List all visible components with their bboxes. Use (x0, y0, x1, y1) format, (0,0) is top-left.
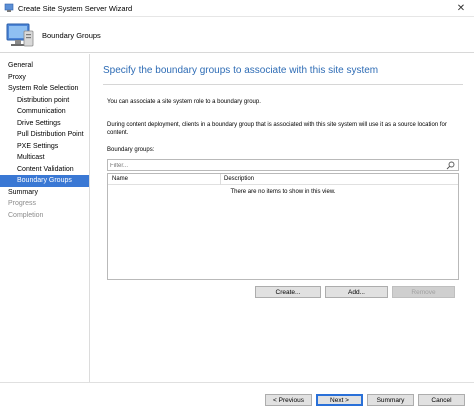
sidebar-item-summary[interactable]: Summary (0, 187, 89, 199)
main-title: Specify the boundary groups to associate… (103, 65, 379, 76)
wizard-app-icon (4, 3, 14, 12)
cancel-button[interactable]: Cancel (418, 394, 465, 406)
boundary-groups-list[interactable]: Name Description There are no items to s… (107, 173, 459, 280)
summary-button[interactable]: Summary (367, 394, 414, 406)
wizard-header: Boundary Groups (0, 17, 474, 53)
previous-button[interactable]: < Previous (265, 394, 312, 406)
title-bar: Create Site System Server Wizard ✕ (0, 0, 474, 17)
computer-icon (6, 23, 34, 47)
wizard-steps-sidebar: General Proxy System Role Selection Dist… (0, 54, 90, 382)
sidebar-item-system-role-selection[interactable]: System Role Selection (0, 83, 89, 95)
page-heading: Boundary Groups (42, 31, 101, 40)
create-button[interactable]: Create... (255, 286, 321, 298)
sidebar-item-general[interactable]: General (0, 60, 89, 72)
column-header-description[interactable]: Description (224, 176, 254, 182)
filter-input[interactable] (110, 161, 440, 170)
sidebar-item-pxe-settings[interactable]: PXE Settings (0, 141, 89, 153)
close-button[interactable]: ✕ (448, 0, 474, 16)
sidebar-item-boundary-groups[interactable]: Boundary Groups (0, 175, 89, 187)
main-content: Specify the boundary groups to associate… (91, 54, 474, 382)
remove-button: Remove (392, 286, 455, 298)
column-separator[interactable] (220, 174, 221, 185)
sidebar-item-proxy[interactable]: Proxy (0, 72, 89, 84)
content-deployment-text: During content deployment, clients in a … (107, 122, 447, 136)
sidebar-item-distribution-point[interactable]: Distribution point (0, 95, 89, 107)
sidebar-item-content-validation[interactable]: Content Validation (0, 164, 89, 176)
add-button[interactable]: Add... (325, 286, 388, 298)
empty-list-message: There are no items to show in this view. (230, 189, 336, 195)
sidebar-item-completion: Completion (8, 211, 44, 219)
close-icon: ✕ (456, 2, 466, 14)
title-divider (103, 84, 463, 85)
search-icon[interactable] (446, 161, 455, 170)
sidebar-item-pull-distribution-point[interactable]: Pull Distribution Point (0, 129, 89, 141)
intro-text: You can associate a site system role to … (107, 99, 261, 105)
sidebar-item-drive-settings[interactable]: Drive Settings (0, 118, 89, 130)
filter-box[interactable] (107, 159, 459, 171)
sidebar-item-multicast[interactable]: Multicast (0, 152, 89, 164)
list-header: Name Description (108, 174, 458, 185)
column-header-name[interactable]: Name (112, 176, 128, 182)
window-title: Create Site System Server Wizard (18, 3, 133, 13)
sidebar-item-communication[interactable]: Communication (0, 106, 89, 118)
next-button[interactable]: Next > (316, 394, 363, 406)
footer-divider (0, 382, 474, 383)
sidebar-item-progress: Progress (8, 200, 37, 207)
boundary-groups-label: Boundary groups: (107, 147, 155, 153)
